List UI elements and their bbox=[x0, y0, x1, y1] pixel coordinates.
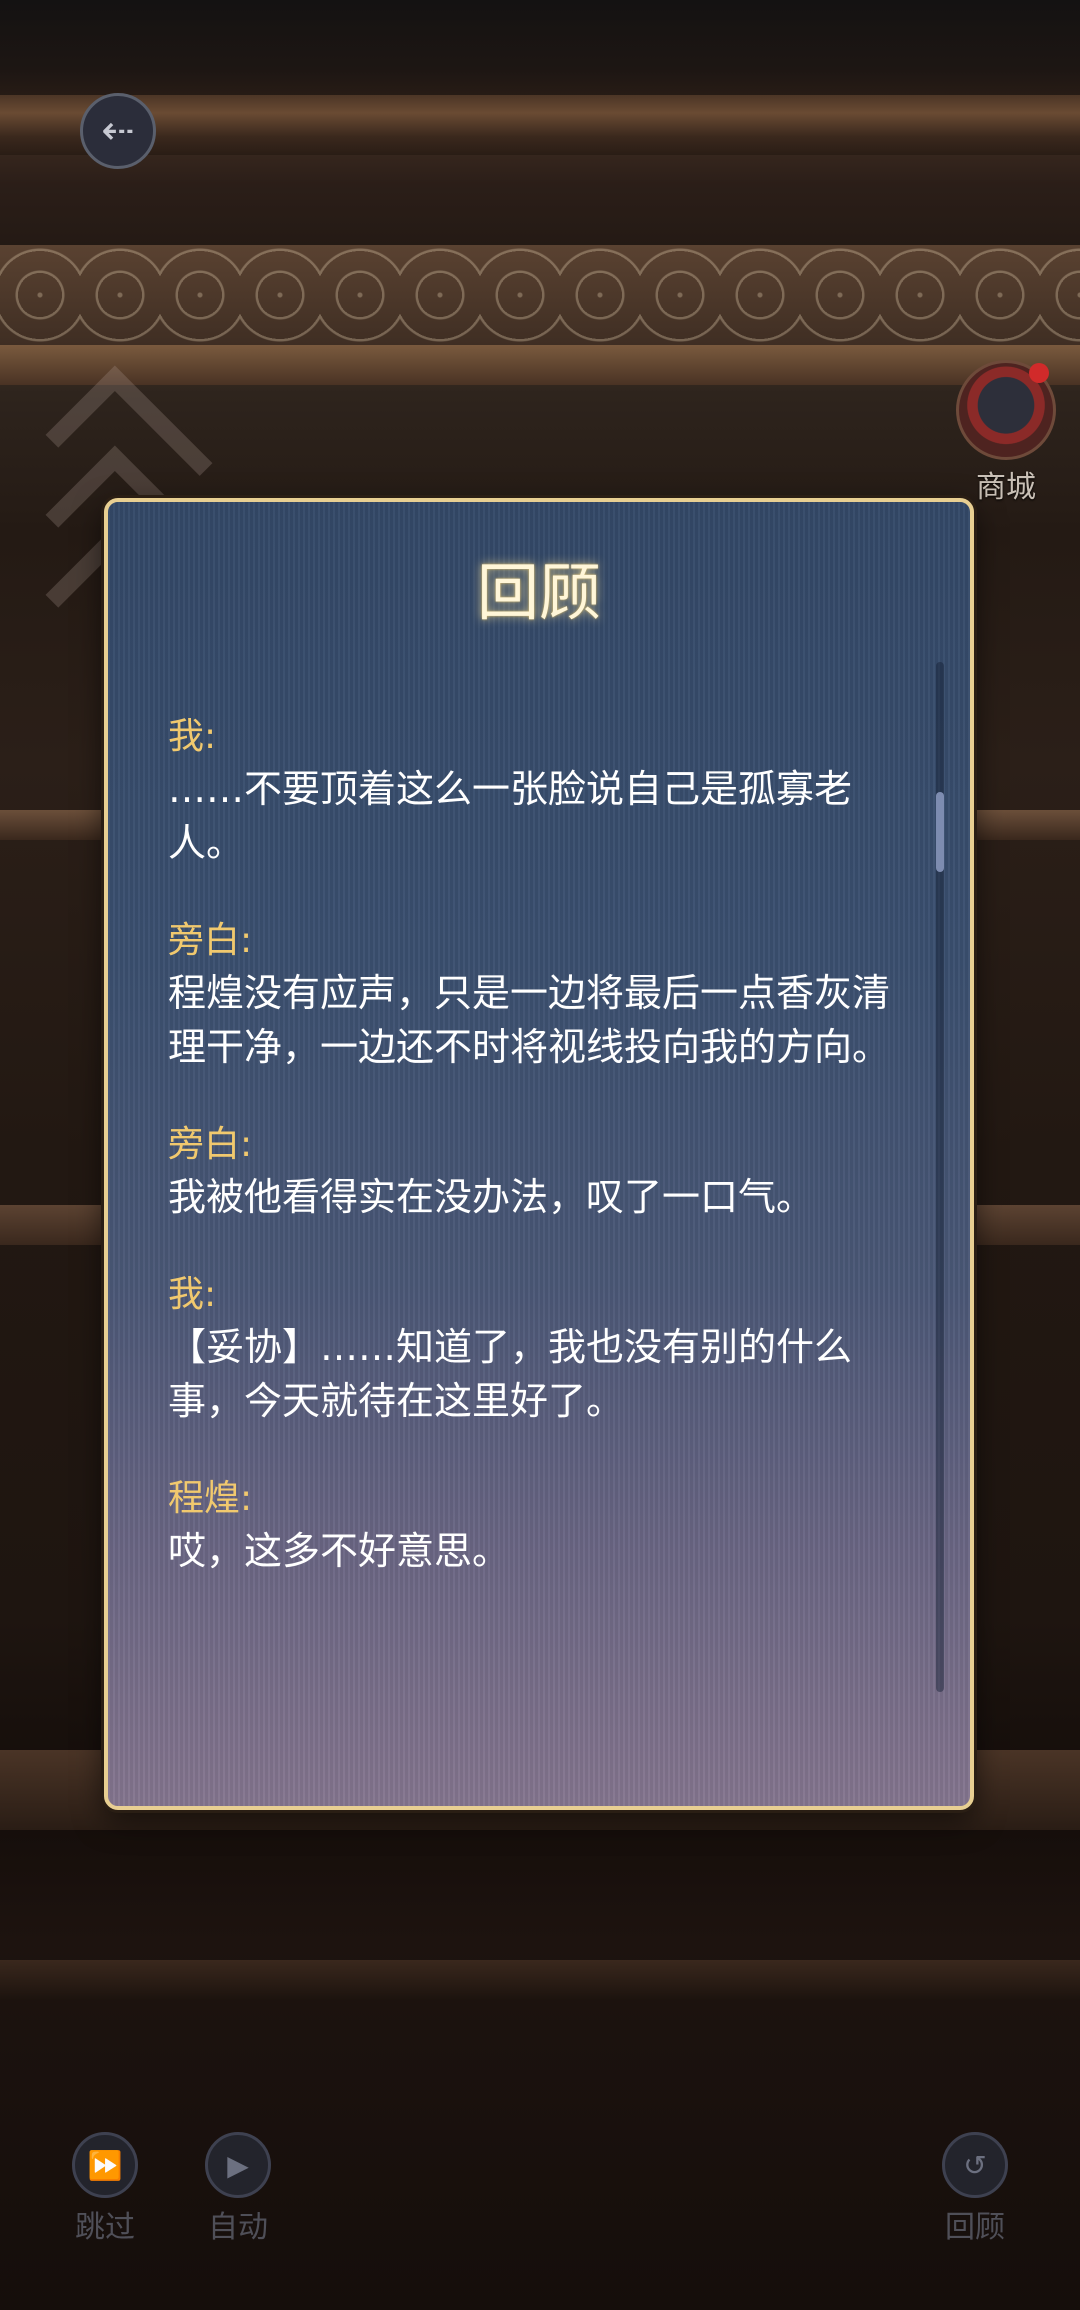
log-entry: 我: ……不要顶着这么一张脸说自己是孤寡老人。 bbox=[168, 712, 908, 870]
speaker-name: 我: bbox=[168, 1274, 217, 1315]
log-entry: 我: 【妥协】……知道了，我也没有别的什么事，今天就待在这里好了。 bbox=[168, 1270, 908, 1428]
dialogue-log[interactable]: 我: ……不要顶着这么一张脸说自己是孤寡老人。 旁白: 程煌没有应声，只是一边将… bbox=[168, 712, 908, 1624]
game-screen: ⇠ 商城 回顾 我: ……不要顶着这么一张脸说自己是孤寡老人。 旁白: 程煌没有… bbox=[0, 0, 1080, 2310]
background-rail bbox=[0, 345, 1080, 385]
dialogue-text: 程煌没有应声，只是一边将最后一点香灰清理干净，一边还不时将视线投向我的方向。 bbox=[168, 971, 891, 1069]
auto-label: 自动 bbox=[208, 2210, 268, 2245]
dialogue-text: 我被他看得实在没办法，叹了一口气。 bbox=[168, 1175, 815, 1219]
background-floor bbox=[0, 1960, 1080, 2000]
log-entry: 程煌: 哎，这多不好意思。 bbox=[168, 1474, 908, 1578]
skip-button[interactable]: ⏩ 跳过 bbox=[45, 2132, 165, 2246]
history-icon: ↺ bbox=[942, 2132, 1008, 2198]
shop-button[interactable]: 商城 bbox=[946, 360, 1066, 505]
speaker-name: 我: bbox=[168, 716, 217, 757]
play-icon: ▶ bbox=[205, 2132, 271, 2198]
log-entry: 旁白: 程煌没有应声，只是一边将最后一点香灰清理干净，一边还不时将视线投向我的方… bbox=[168, 916, 908, 1074]
speaker-name: 程煌: bbox=[168, 1478, 253, 1519]
scrollbar-thumb[interactable] bbox=[936, 792, 944, 872]
back-button[interactable]: ⇠ bbox=[80, 93, 156, 169]
back-arrow-icon: ⇠ bbox=[101, 108, 135, 154]
fast-forward-icon: ⏩ bbox=[72, 2132, 138, 2198]
auto-button[interactable]: ▶ 自动 bbox=[178, 2132, 298, 2246]
review-label: 回顾 bbox=[945, 2210, 1005, 2245]
notification-dot bbox=[1029, 363, 1049, 383]
dialogue-text: ……不要顶着这么一张脸说自己是孤寡老人。 bbox=[168, 767, 853, 865]
dialogue-text: 【妥协】……知道了，我也没有别的什么事，今天就待在这里好了。 bbox=[168, 1325, 853, 1423]
background-beam bbox=[0, 95, 1080, 155]
background-lattice bbox=[0, 245, 1080, 345]
dialogue-text: 哎，这多不好意思。 bbox=[168, 1529, 511, 1573]
review-button[interactable]: ↺ 回顾 bbox=[915, 2132, 1035, 2246]
speaker-name: 旁白: bbox=[168, 1124, 253, 1165]
shop-avatar-icon bbox=[956, 360, 1056, 460]
review-dialog: 回顾 我: ……不要顶着这么一张脸说自己是孤寡老人。 旁白: 程煌没有应声，只是… bbox=[104, 498, 974, 1810]
log-entry: 旁白: 我被他看得实在没办法，叹了一口气。 bbox=[168, 1120, 908, 1224]
skip-label: 跳过 bbox=[75, 2210, 135, 2245]
dialog-title: 回顾 bbox=[476, 556, 601, 629]
speaker-name: 旁白: bbox=[168, 920, 253, 961]
